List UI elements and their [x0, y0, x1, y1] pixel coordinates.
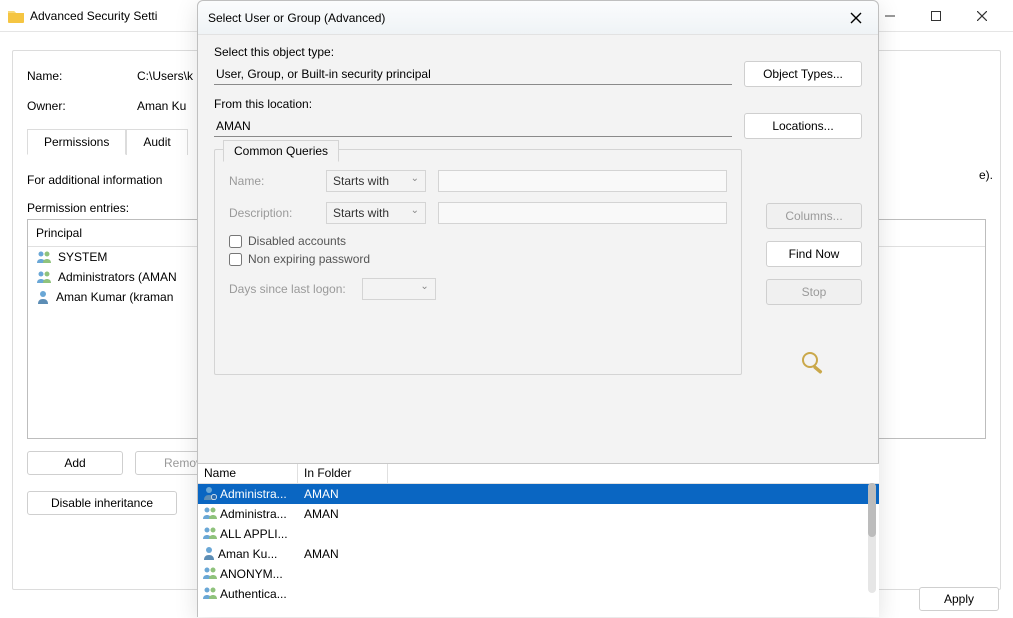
result-name: ANONYM... — [220, 567, 283, 581]
cq-name-label: Name: — [229, 174, 314, 188]
nonexpiring-password-input[interactable] — [229, 253, 242, 266]
modal-titlebar: Select User or Group (Advanced) — [198, 1, 878, 35]
nonexpiring-password-checkbox[interactable]: Non expiring password — [229, 252, 727, 266]
disabled-accounts-label: Disabled accounts — [248, 234, 346, 248]
add-button[interactable]: Add — [27, 451, 123, 475]
find-now-button[interactable]: Find Now — [766, 241, 862, 267]
search-results-list[interactable]: Name In Folder Administra...AMANAdminist… — [198, 463, 879, 617]
close-icon[interactable] — [844, 6, 868, 30]
col-in-folder[interactable]: In Folder — [298, 464, 388, 483]
group-icon — [202, 566, 218, 583]
disable-inheritance-button[interactable]: Disable inheritance — [27, 491, 177, 515]
scrollbar-thumb[interactable] — [868, 483, 876, 537]
cq-desc-operator[interactable]: Starts with — [326, 202, 426, 224]
days-since-logon-label: Days since last logon: — [229, 282, 346, 296]
entry-label: Aman Kumar (kraman — [56, 290, 173, 304]
cq-name-operator[interactable]: Starts with — [326, 170, 426, 192]
select-user-or-group-dialog: Select User or Group (Advanced) Select t… — [197, 0, 879, 617]
tab-auditing[interactable]: Audit — [126, 129, 187, 155]
modal-title: Select User or Group (Advanced) — [208, 11, 844, 25]
result-folder: AMAN — [300, 547, 390, 561]
user-badge-icon — [202, 486, 218, 503]
result-name: Administra... — [220, 507, 287, 521]
group-icon — [202, 526, 218, 543]
object-type-label: Select this object type: — [214, 45, 862, 59]
nonexpiring-password-label: Non expiring password — [248, 252, 370, 266]
disabled-accounts-checkbox[interactable]: Disabled accounts — [229, 234, 727, 248]
maximize-button[interactable] — [913, 0, 959, 32]
col-name[interactable]: Name — [198, 464, 298, 483]
entry-label: Administrators (AMAN — [58, 270, 177, 284]
cq-desc-label: Description: — [229, 206, 314, 220]
result-name: Authentica... — [220, 587, 287, 601]
disabled-accounts-input[interactable] — [229, 235, 242, 248]
user-icon — [36, 290, 50, 304]
result-folder: AMAN — [300, 487, 390, 501]
close-button[interactable] — [959, 0, 1005, 32]
locations-button[interactable]: Locations... — [744, 113, 862, 139]
folder-icon — [8, 9, 24, 23]
location-label: From this location: — [214, 97, 862, 111]
days-since-logon-select[interactable] — [362, 278, 436, 300]
user-icon — [202, 546, 216, 563]
tab-permissions[interactable]: Permissions — [27, 129, 126, 155]
result-row[interactable]: ANONYM... — [198, 564, 879, 584]
result-name: ALL APPLI... — [220, 527, 288, 541]
search-icon — [800, 351, 828, 378]
results-header: Name In Folder — [198, 464, 879, 484]
result-row[interactable]: Administra... AMAN — [198, 484, 879, 504]
group-icon — [202, 506, 218, 523]
object-types-button[interactable]: Object Types... — [744, 61, 862, 87]
common-queries-group: Common Queries Name: Starts with Descrip… — [214, 149, 742, 375]
cq-desc-input[interactable] — [438, 202, 727, 224]
group-icon — [202, 586, 218, 603]
result-row[interactable]: Administra... AMAN — [198, 504, 879, 524]
results-scrollbar[interactable] — [868, 483, 876, 593]
location-input[interactable] — [214, 116, 732, 137]
result-row[interactable]: ALL APPLI... — [198, 524, 879, 544]
name-label: Name: — [27, 69, 137, 83]
owner-label: Owner: — [27, 99, 137, 113]
result-row[interactable]: Aman Ku... AMAN — [198, 544, 879, 564]
entry-label: SYSTEM — [58, 250, 107, 264]
stop-button[interactable]: Stop — [766, 279, 862, 305]
object-type-input[interactable] — [214, 64, 732, 85]
name-value: C:\Users\k — [137, 69, 193, 83]
group-icon — [36, 250, 52, 264]
result-name: Administra... — [220, 487, 287, 501]
tab-common-queries[interactable]: Common Queries — [223, 140, 339, 162]
result-name: Aman Ku... — [218, 547, 277, 561]
apply-button[interactable]: Apply — [919, 587, 999, 611]
info-paren: e). — [979, 168, 993, 182]
cq-name-input[interactable] — [438, 170, 727, 192]
owner-value: Aman Ku — [137, 99, 186, 113]
group-icon — [36, 270, 52, 284]
result-folder: AMAN — [300, 507, 390, 521]
columns-button[interactable]: Columns... — [766, 203, 862, 229]
result-row[interactable]: Authentica... — [198, 584, 879, 604]
